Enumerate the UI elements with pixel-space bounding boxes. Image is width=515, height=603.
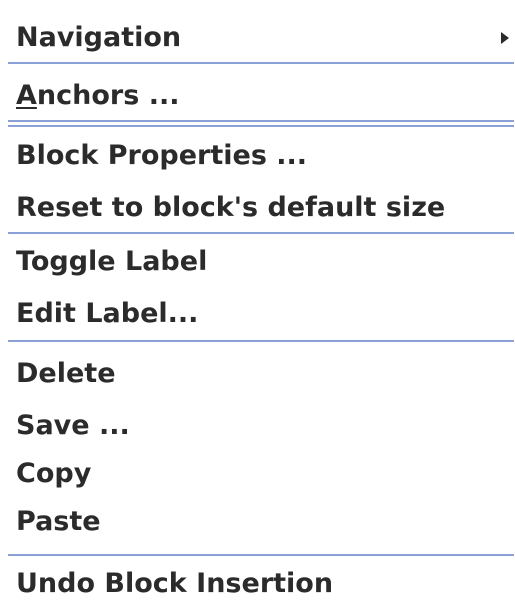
menu-item-label: Toggle Label (16, 246, 208, 277)
menu-item-anchors[interactable]: Anchors ... (16, 74, 515, 118)
menu-item-label: Edit Label... (16, 298, 199, 329)
menu-item-edit-label[interactable]: Edit Label... (16, 292, 515, 336)
triangle-right-icon (501, 32, 509, 44)
menu-item-label: Navigation (16, 22, 182, 53)
menu-item-label: Paste (16, 506, 101, 537)
menu-separator (8, 340, 514, 342)
menu-item-copy[interactable]: Copy (16, 452, 515, 496)
menu-item-label: nchors ... (36, 80, 180, 111)
menu-item-navigation[interactable]: Navigation (16, 16, 515, 60)
menu-item-delete[interactable]: Delete (16, 352, 515, 396)
menu-item-save[interactable]: Save ... (16, 404, 515, 448)
menu-separator (8, 232, 514, 234)
menu-item-block-properties[interactable]: Block Properties ... (16, 134, 515, 178)
menu-item-undo-block-insertion[interactable]: Undo Block Insertion (16, 562, 515, 603)
menu-item-label: Undo Block Insertion (16, 568, 334, 599)
mnemonic-letter: A (16, 80, 37, 111)
context-menu: Navigation Anchors ... Block Properties … (0, 0, 515, 603)
menu-item-reset-size[interactable]: Reset to block's default size (16, 186, 515, 230)
menu-item-toggle-label[interactable]: Toggle Label (16, 240, 515, 284)
menu-separator (8, 125, 514, 127)
menu-separator (8, 120, 514, 122)
menu-item-label: Delete (16, 358, 116, 389)
menu-item-paste[interactable]: Paste (16, 500, 515, 544)
menu-separator (8, 62, 514, 64)
menu-item-label: Block Properties ... (16, 140, 308, 171)
menu-item-label: Save ... (16, 410, 130, 441)
menu-item-label: Reset to block's default size (16, 192, 446, 223)
menu-item-label: Copy (16, 458, 92, 489)
menu-separator (8, 554, 514, 556)
